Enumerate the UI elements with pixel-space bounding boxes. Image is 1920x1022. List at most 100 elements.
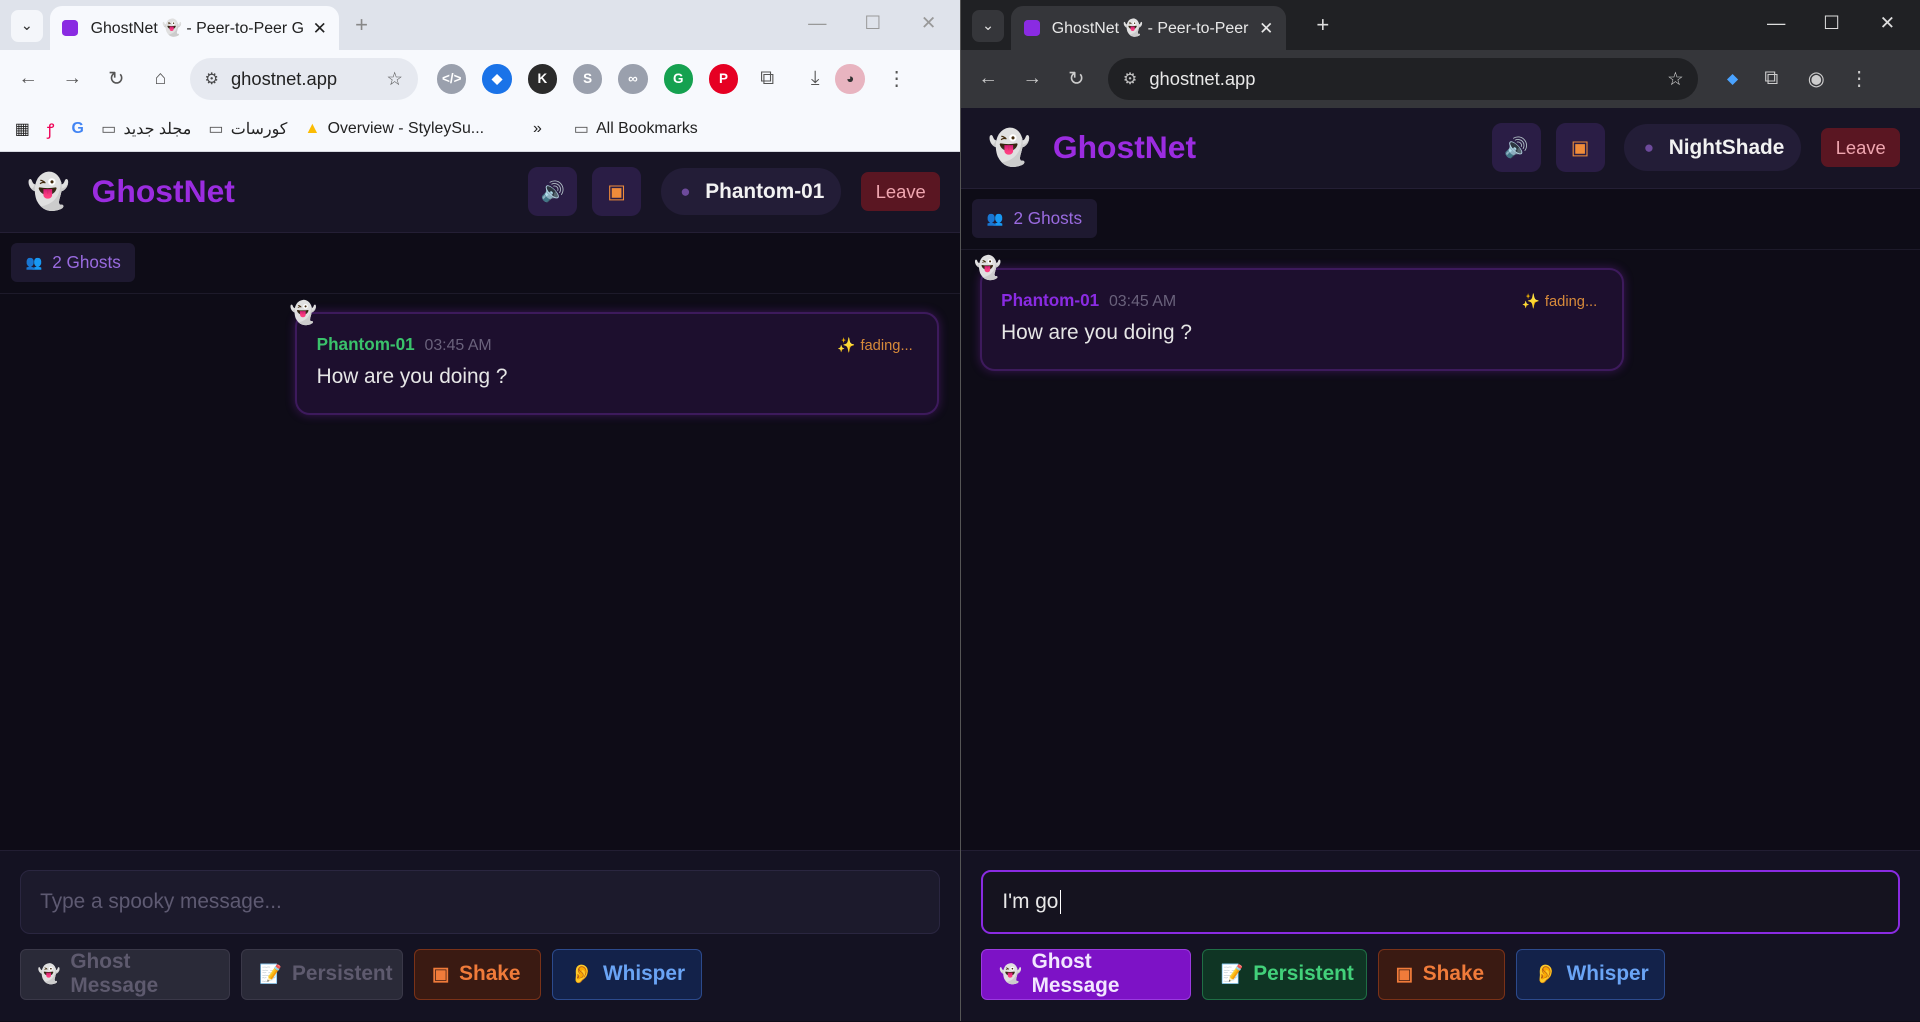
browser-window-left: ⌄ GhostNet 👻 - Peer-to-Peer Gh ✕ + — ☐ ✕… <box>0 0 960 1022</box>
speaker-icon: 🔊 <box>540 180 566 203</box>
ghost-icon: 👻 <box>998 963 1022 985</box>
whisper-button[interactable]: 👂 Whisper <box>552 948 702 1001</box>
persistent-button[interactable]: 📝 Persistent <box>241 948 403 1001</box>
sound-toggle-button[interactable]: 🔊 <box>528 167 578 217</box>
users-icon: 👥 <box>986 210 1004 226</box>
new-tab-icon[interactable]: + <box>1316 12 1329 38</box>
user-badge[interactable]: ● NightShade <box>1624 124 1802 171</box>
tag-extension-icon[interactable]: ◆ <box>482 64 512 94</box>
sound-toggle-button[interactable]: 🔊 <box>1491 123 1541 173</box>
composer: Type a spooky message... 👻 Ghost Message … <box>0 849 960 1022</box>
button-label: Shake <box>1422 962 1485 986</box>
folder-icon: ▭ <box>573 121 589 139</box>
shake-button[interactable]: ▣ Shake <box>1377 948 1505 1001</box>
grammarly-extension-icon[interactable]: G <box>663 64 693 94</box>
reload-icon[interactable]: ↻ <box>94 67 138 91</box>
maximize-icon[interactable]: ☐ <box>864 12 880 34</box>
ghost-count: 2 Ghosts <box>52 252 121 273</box>
close-tab-icon[interactable]: ✕ <box>313 18 327 39</box>
user-icon: ● <box>1643 137 1655 158</box>
extensions-puzzle-icon[interactable]: ⧉ <box>1764 67 1778 90</box>
app-header: 👻 GhostNet 🔊 ▣ ● Phantom-01 Leave <box>0 151 960 233</box>
bookmark-folder-1[interactable]: ▭ مجلد جديد <box>101 119 191 139</box>
forward-icon[interactable]: → <box>50 67 94 90</box>
ghost-favicon-icon <box>1023 20 1040 37</box>
address-bar[interactable]: ⚙ ghostnet.app ☆ <box>189 58 418 100</box>
vibrate-toggle-button[interactable]: ▣ <box>1555 123 1605 173</box>
close-window-icon[interactable]: ✕ <box>921 12 936 34</box>
all-bookmarks[interactable]: ▭ All Bookmarks <box>574 119 698 139</box>
address-bar[interactable]: ⚙ ghostnet.app ☆ <box>1108 58 1699 100</box>
bookmark-overview[interactable]: ▲ Overview - StyleySu... <box>305 120 485 138</box>
link-extension-icon[interactable]: ∞ <box>618 64 648 94</box>
browser-tab[interactable]: GhostNet 👻 - Peer-to-Peer Gh ✕ <box>1011 6 1286 51</box>
pinterest-extension-icon[interactable]: P <box>708 64 739 94</box>
ear-icon: 👂 <box>1534 963 1557 985</box>
user-badge[interactable]: ● Phantom-01 <box>660 168 842 215</box>
message-header: Phantom-01 03:45 AM ✨ fading... <box>1001 290 1602 311</box>
message-header: Phantom-01 03:45 AM ✨ fading... <box>317 334 918 355</box>
folder-icon: ▭ <box>101 121 117 139</box>
bookmarks-bar: ▦ ꝭ G ▭ مجلد جديد ▭ كورسات ▲ Overview - Sty… <box>0 107 960 152</box>
more-bookmarks-icon[interactable]: » <box>533 120 542 138</box>
sparkle-icon: ✨ <box>837 337 856 354</box>
code-extension-icon[interactable]: </> <box>437 64 467 94</box>
shake-button[interactable]: ▣ Shake <box>413 948 542 1001</box>
bookmark-folder-2[interactable]: ▭ كورسات <box>208 119 287 139</box>
minimize-icon[interactable]: — <box>808 12 826 34</box>
back-icon[interactable]: ← <box>6 67 50 90</box>
shopify-extension-icon[interactable]: S <box>572 64 603 94</box>
profile-icon[interactable]: ◉ <box>1808 67 1825 91</box>
k-extension-icon[interactable]: K <box>527 64 558 94</box>
site-info-icon[interactable]: ⚙ <box>204 69 218 89</box>
ghost-logo-icon: 👻 <box>26 172 70 211</box>
home-icon[interactable]: ⌂ <box>138 67 182 90</box>
close-tab-icon[interactable]: ✕ <box>1259 18 1273 39</box>
leave-button[interactable]: Leave <box>1821 128 1901 168</box>
message-input[interactable]: Type a spooky message... <box>19 870 941 935</box>
tab-search-icon[interactable]: ⌄ <box>972 9 1005 42</box>
colorful-extension-icon[interactable]: ◆ <box>1718 64 1747 93</box>
whisper-button[interactable]: 👂 Whisper <box>1515 948 1666 1001</box>
persistent-button[interactable]: 📝 Persistent <box>1202 948 1367 1001</box>
message-time: 03:45 AM <box>1108 292 1177 310</box>
new-tab-icon[interactable]: + <box>355 12 368 38</box>
message-list: 👻 Phantom-01 03:45 AM ✨ fading... How are… <box>961 250 1920 807</box>
ghost-avatar-icon: 👻 <box>289 299 318 325</box>
leave-button[interactable]: Leave <box>861 172 941 212</box>
bookmark-star-icon[interactable]: ☆ <box>1667 68 1683 90</box>
download-icon[interactable]: ⤓ <box>811 67 820 90</box>
bookmark-label: كورسات <box>230 121 288 139</box>
back-icon[interactable]: ← <box>966 67 1010 90</box>
message-author: Phantom-01 <box>1001 289 1100 310</box>
bookmark-icon-1[interactable]: ꝭ <box>47 118 55 140</box>
more-menu-icon[interactable]: ⋮ <box>1849 67 1869 91</box>
ads-icon: ▲ <box>304 120 321 138</box>
tab-strip: ⌄ GhostNet 👻 - Peer-to-Peer Gh ✕ + — ☐ ✕ <box>961 0 1920 51</box>
browser-tab[interactable]: GhostNet 👻 - Peer-to-Peer Gh ✕ <box>50 6 340 51</box>
close-window-icon[interactable]: ✕ <box>1880 12 1895 34</box>
message-input[interactable]: I'm go <box>980 870 1901 935</box>
extensions-puzzle-icon[interactable]: ⧉ <box>760 67 774 90</box>
profile-avatar-icon[interactable]: ◕ <box>835 64 865 94</box>
ghost-message-button[interactable]: 👻 Ghost Message <box>980 948 1192 1001</box>
vibrate-toggle-button[interactable]: ▣ <box>592 167 642 217</box>
reload-icon[interactable]: ↻ <box>1054 67 1098 91</box>
tab-search-icon[interactable]: ⌄ <box>11 9 43 42</box>
maximize-icon[interactable]: ☐ <box>1823 12 1839 34</box>
ghost-count-badge[interactable]: 👥 2 Ghosts <box>11 243 136 283</box>
site-info-icon[interactable]: ⚙ <box>1123 69 1137 89</box>
sparkle-icon: ✨ <box>1521 293 1541 310</box>
vibrate-icon: ▣ <box>607 180 626 203</box>
more-menu-icon[interactable]: ⋮ <box>887 67 907 91</box>
minimize-icon[interactable]: — <box>1767 12 1785 34</box>
bookmark-star-icon[interactable]: ☆ <box>386 68 402 90</box>
ghost-icon: 👻 <box>37 963 61 985</box>
ghost-count-badge[interactable]: 👥 2 Ghosts <box>972 199 1097 239</box>
apps-grid-icon[interactable]: ▦ <box>15 119 30 139</box>
forward-icon[interactable]: → <box>1010 67 1054 90</box>
google-bookmark-icon[interactable]: G <box>72 120 84 138</box>
button-label: Shake <box>459 962 521 986</box>
fading-status: ✨ fading... <box>1522 292 1602 310</box>
ghost-message-button[interactable]: 👻 Ghost Message <box>19 948 231 1001</box>
